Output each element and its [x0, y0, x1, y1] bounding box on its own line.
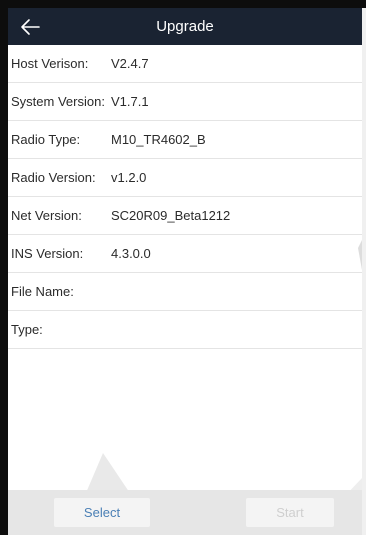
- info-value: v1.2.0: [111, 170, 147, 185]
- info-value: V1.7.1: [111, 94, 149, 109]
- info-value: V2.4.7: [111, 56, 149, 71]
- app-frame: Upgrade Host Verison: V2.4.7 System Vers…: [0, 0, 366, 535]
- info-label: Radio Type:: [11, 132, 81, 147]
- info-label: INS Version:: [11, 246, 84, 261]
- info-row-type: Type:: [8, 311, 362, 349]
- page-title: Upgrade: [156, 18, 214, 35]
- info-label: System Version:: [11, 94, 105, 109]
- info-row-host-version: Host Verison: V2.4.7: [8, 45, 362, 83]
- select-button[interactable]: Select: [54, 498, 150, 527]
- info-label: Radio Version:: [11, 170, 96, 185]
- info-label: Host Verison:: [11, 56, 89, 71]
- info-label: Type:: [11, 322, 43, 337]
- info-row-radio-type: Radio Type: M10_TR4602_B: [8, 121, 362, 159]
- device-right-edge: [362, 8, 366, 535]
- info-row-ins-version: INS Version: 4.3.0.0: [8, 235, 362, 273]
- version-info-list: Host Verison: V2.4.7 System Version: V1.…: [8, 45, 362, 349]
- title-bar: Upgrade: [8, 8, 362, 45]
- back-button[interactable]: [8, 8, 52, 45]
- device-top-border: [0, 0, 366, 8]
- info-value: M10_TR4602_B: [111, 132, 206, 147]
- upgrade-screen: Upgrade Host Verison: V2.4.7 System Vers…: [8, 8, 362, 535]
- info-label: Net Version:: [11, 208, 82, 223]
- info-row-file-name: File Name:: [8, 273, 362, 311]
- info-value: 4.3.0.0: [111, 246, 151, 261]
- info-label: File Name:: [11, 284, 74, 299]
- info-row-net-version: Net Version: SC20R09_Beta1212: [8, 197, 362, 235]
- arrow-left-icon: [21, 18, 40, 35]
- info-row-system-version: System Version: V1.7.1: [8, 83, 362, 121]
- device-left-border: [0, 0, 8, 535]
- info-value: SC20R09_Beta1212: [111, 208, 231, 223]
- action-bar: Select Start: [8, 490, 362, 535]
- info-row-radio-version: Radio Version: v1.2.0: [8, 159, 362, 197]
- start-button[interactable]: Start: [246, 498, 334, 527]
